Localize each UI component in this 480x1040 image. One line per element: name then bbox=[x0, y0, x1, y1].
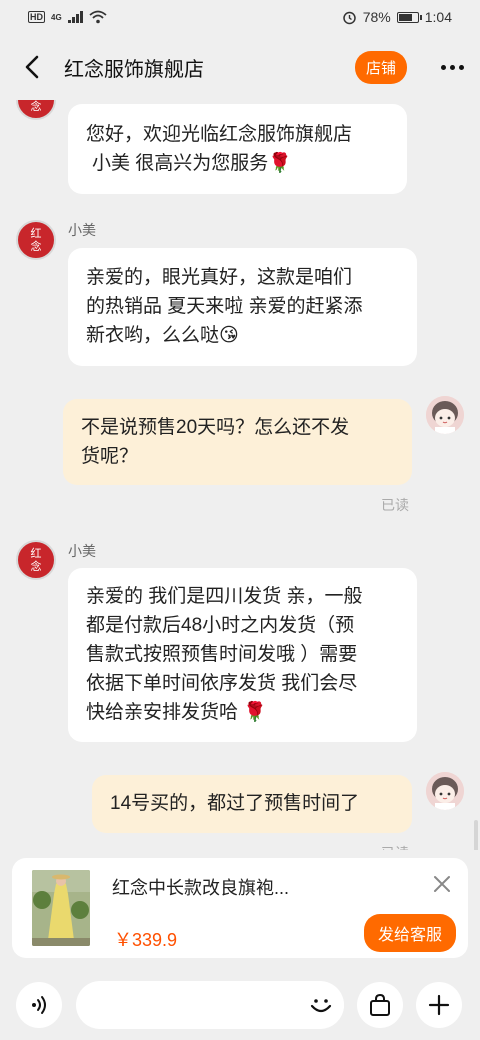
product-price: ￥339.9 bbox=[114, 930, 178, 950]
voice-icon bbox=[32, 996, 46, 1014]
product-title[interactable]: 红念中长款改良旗袍... bbox=[112, 874, 289, 900]
wifi-icon bbox=[89, 10, 107, 24]
my-message-bubble[interactable]: 14号买的，都过了预售时间了 bbox=[92, 775, 412, 833]
message-bubble[interactable]: 您好，欢迎光临红念服饰旗舰店 小美 很高兴为您服务🌹 bbox=[68, 104, 407, 194]
read-status: 已读 bbox=[381, 843, 409, 850]
emoji-icon bbox=[310, 999, 332, 1013]
voice-button[interactable] bbox=[16, 982, 62, 1028]
shop-avatar[interactable]: 红念 bbox=[16, 540, 56, 580]
page-title: 红念服饰旗舰店 bbox=[64, 58, 204, 81]
message-line: 都是付款后48小时之内发货（预 bbox=[86, 615, 355, 636]
message-line: 依据下单时间依序发货 我们会尽 bbox=[86, 673, 358, 694]
message-line: 新衣哟，么么哒😘 bbox=[86, 325, 239, 346]
bag-button[interactable] bbox=[357, 982, 403, 1028]
status-bar: HD 4G 78% 1:04 bbox=[0, 0, 480, 34]
shopping-bag-icon bbox=[370, 993, 390, 1016]
message-bubble[interactable]: 亲爱的，眼光真好，这款是咱们 的热销品 夏天来啦 亲爱的赶紧添 新衣哟，么么哒😘 bbox=[68, 248, 417, 366]
message-line: 的热销品 夏天来啦 亲爱的赶紧添 bbox=[86, 296, 363, 317]
product-image[interactable] bbox=[32, 870, 90, 946]
user-avatar[interactable] bbox=[426, 772, 464, 810]
battery-percent: 78% bbox=[362, 9, 391, 25]
scrollbar[interactable] bbox=[474, 820, 478, 850]
signal-icon bbox=[67, 11, 83, 23]
my-message-bubble[interactable]: 不是说预售20天吗？怎么还不发 货呢？ bbox=[63, 399, 412, 485]
alarm-icon bbox=[342, 11, 356, 24]
message-line: 14号买的，都过了预售时间了 bbox=[110, 793, 360, 814]
back-button[interactable] bbox=[0, 55, 64, 79]
message-line: 不是说预售20天吗？怎么还不发 bbox=[81, 417, 350, 438]
message-line: 亲爱的 我们是四川发货 亲，一般 bbox=[86, 586, 363, 607]
shop-button[interactable]: 店铺 bbox=[354, 50, 407, 84]
message-line: 货呢？ bbox=[81, 446, 139, 467]
message-bubble[interactable]: 亲爱的 我们是四川发货 亲，一般 都是付款后48小时之内发货（预 售款式按照预售… bbox=[68, 568, 417, 742]
clock: 1:04 bbox=[424, 9, 452, 25]
product-card[interactable]: 红念中长款改良旗袍... ￥339.9 发给客服 bbox=[12, 858, 468, 958]
input-bar bbox=[0, 972, 480, 1040]
network-type: 4G bbox=[51, 12, 62, 22]
plus-icon bbox=[428, 994, 450, 1016]
chat-header: 红念服饰旗舰店 店铺 bbox=[0, 34, 480, 100]
hd-badge: HD bbox=[28, 11, 45, 23]
battery-icon bbox=[396, 11, 422, 23]
message-line: 亲爱的，眼光真好，这款是咱们 bbox=[86, 267, 353, 288]
emoji-button[interactable] bbox=[298, 982, 344, 1028]
read-status: 已读 bbox=[381, 497, 409, 513]
more-dots-icon[interactable] bbox=[441, 64, 464, 70]
message-line: 快给亲安排发货哈 🌹 bbox=[86, 702, 267, 723]
chevron-left-icon bbox=[25, 55, 39, 79]
shop-avatar[interactable]: 红念 bbox=[16, 220, 56, 260]
chat-list[interactable]: 红念 您好，欢迎光临红念服饰旗舰店 小美 很高兴为您服务🌹 红念 小美 亲爱的，… bbox=[0, 90, 480, 850]
message-line: 小美 很高兴为您服务🌹 bbox=[92, 153, 292, 174]
sender-name: 小美 bbox=[68, 222, 96, 238]
send-to-service-button[interactable]: 发给客服 bbox=[363, 914, 456, 952]
plus-button[interactable] bbox=[416, 982, 462, 1028]
close-icon[interactable] bbox=[430, 872, 454, 896]
user-avatar[interactable] bbox=[426, 396, 464, 434]
sender-name: 小美 bbox=[68, 543, 96, 559]
message-line: 您好，欢迎光临红念服饰旗舰店 bbox=[86, 124, 353, 145]
message-line: 售款式按照预售时间发哦 ）需要 bbox=[86, 644, 358, 665]
